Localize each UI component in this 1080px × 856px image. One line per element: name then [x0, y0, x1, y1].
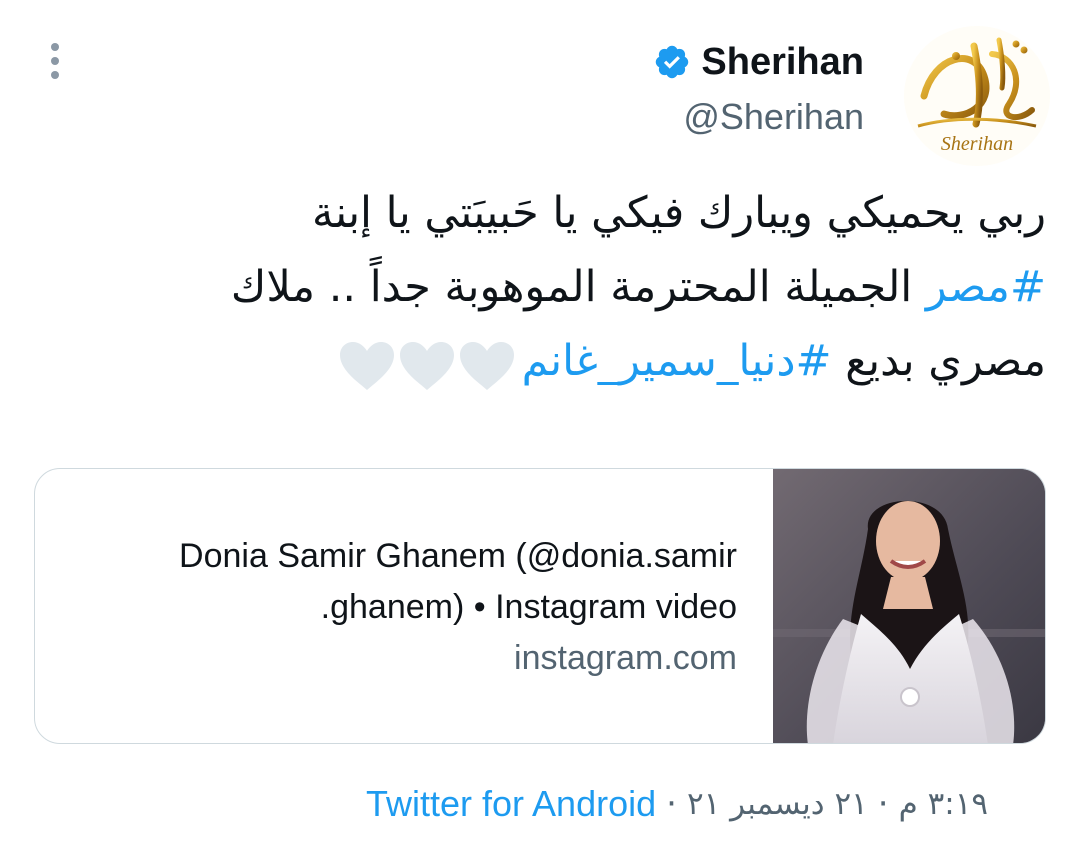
white-heart-icon	[459, 342, 514, 390]
card-title-line: Donia Samir Ghanem (@donia.samir	[179, 537, 737, 575]
author-display-name: Sherihan	[701, 40, 864, 83]
sherihan-calligraphy-logo-icon: Sherihan	[904, 26, 1050, 166]
author-handle: @Sherihan	[683, 96, 864, 137]
tweet-date[interactable]: ٢١ ديسمبر ٢١	[687, 786, 868, 822]
heart-emojis	[336, 327, 516, 401]
name-row: Sherihan	[653, 36, 864, 88]
tweet-line-text: الجميلة المحترمة الموهوبة جداً .. ملاك	[230, 262, 926, 312]
card-domain: instagram.com	[514, 639, 737, 677]
tweet-text: ربي يحميكي ويبارك فيكي يا حَبيبَتي يا إب…	[60, 176, 1046, 401]
avatar-logo-text: Sherihan	[941, 133, 1013, 155]
tweet-metadata: Twitter for Android · ٢١ ديسمبر ٢١ · ٣:١…	[366, 776, 1046, 832]
tweet-line: #مصر الجميلة المحترمة الموهوبة جداً .. م…	[60, 250, 1046, 324]
avatar[interactable]: Sherihan	[904, 26, 1050, 166]
verified-badge-icon	[656, 45, 689, 79]
tweet-view: Sherihan @Sherihan Sherihan ربي يحميكي و…	[0, 0, 1080, 856]
more-options-button[interactable]	[40, 40, 70, 82]
hashtag-link[interactable]: #مصر	[926, 262, 1046, 312]
tweet-time[interactable]: ٣:١٩ م	[899, 786, 988, 822]
more-dot	[51, 71, 59, 79]
tweet-line: مصري بديع #دنيا_سمير_غانم	[60, 324, 1046, 401]
more-dot	[51, 43, 59, 51]
tweet-line: ربي يحميكي ويبارك فيكي يا حَبيبَتي يا إب…	[312, 188, 1046, 238]
card-text: Donia Samir Ghanem (@donia.samir .ghanem…	[35, 469, 773, 743]
card-thumbnail-image	[773, 469, 1045, 743]
woman-in-white-dress-image	[773, 469, 1045, 743]
source-link[interactable]: Twitter for Android	[366, 783, 656, 825]
separator-dot: ·	[877, 784, 889, 824]
separator-dot: ·	[666, 784, 677, 824]
card-title-line: .ghanem) • Instagram video	[320, 588, 737, 626]
link-preview-card[interactable]: Donia Samir Ghanem (@donia.samir .ghanem…	[34, 468, 1046, 744]
tweet-line-text: مصري بديع	[831, 336, 1046, 386]
more-dot	[51, 57, 59, 65]
white-heart-icon	[339, 342, 394, 390]
author-identity[interactable]: Sherihan @Sherihan	[653, 36, 864, 138]
white-heart-icon	[399, 342, 454, 390]
hashtag-link[interactable]: #دنيا_سمير_غانم	[522, 336, 832, 386]
